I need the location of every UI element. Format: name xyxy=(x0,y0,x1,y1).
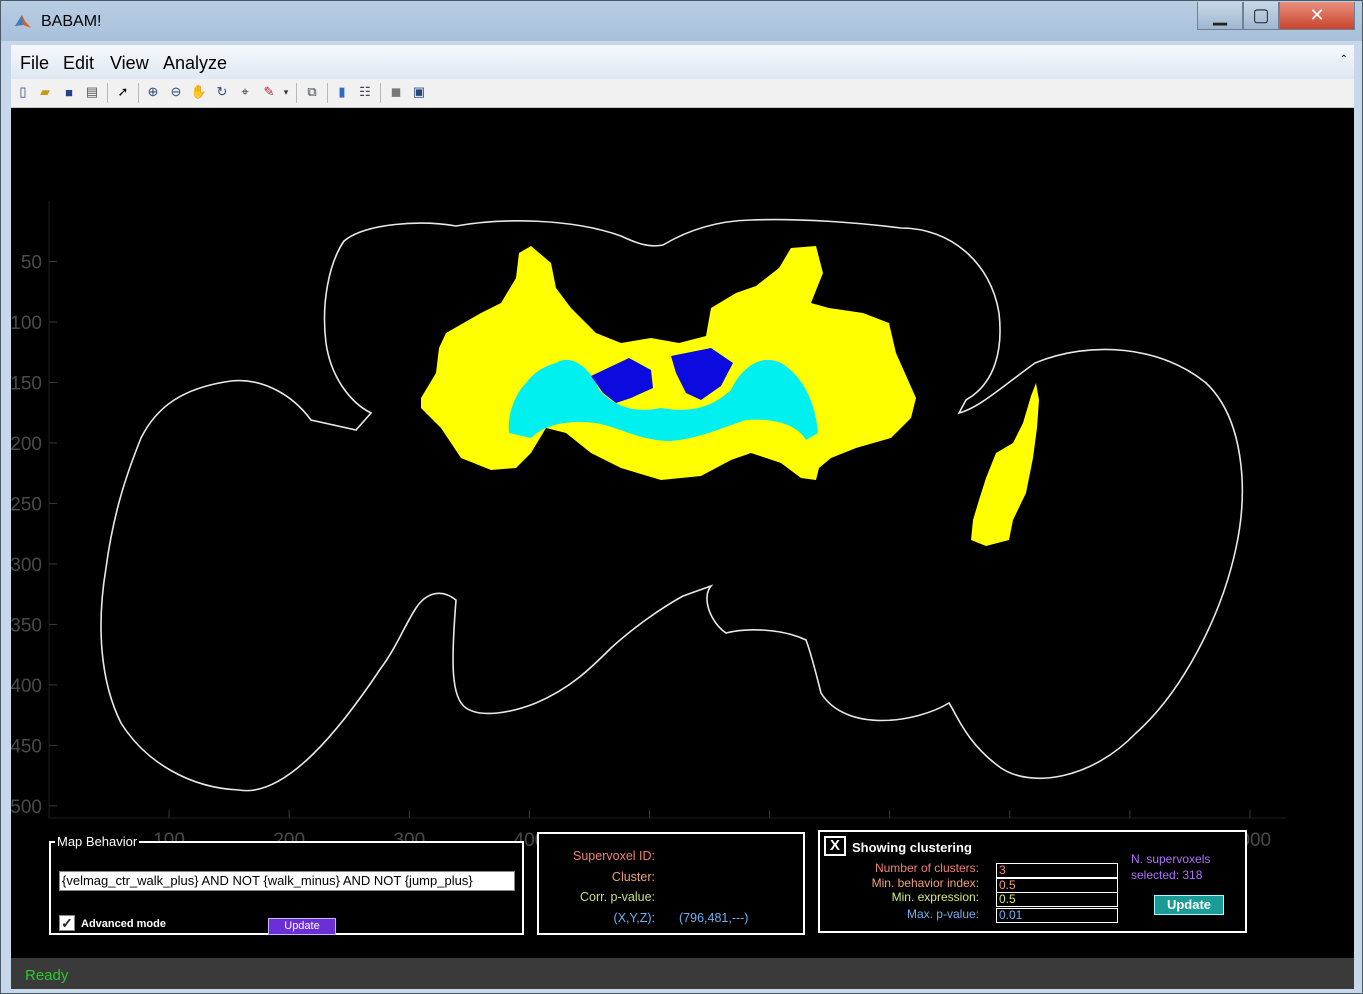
link-plot-icon[interactable]: ⧉ xyxy=(303,83,321,101)
yellow-cluster-lateral xyxy=(971,383,1039,546)
max-pvalue-field[interactable]: 0.01 xyxy=(996,908,1118,923)
y-tick-label: 50 xyxy=(21,252,42,273)
matlab-icon xyxy=(15,15,31,28)
title-bar[interactable]: BABAM! ▁ ▢ ✕ xyxy=(1,1,1362,41)
zoom-in-icon[interactable]: ⊕ xyxy=(144,83,162,101)
selected-count-label: selected: 318 xyxy=(1131,868,1203,882)
toolbar-separator xyxy=(107,83,108,103)
clustering-panel: X Showing clustering Number of clusters:… xyxy=(818,830,1247,933)
y-tick-label: 500 xyxy=(11,797,42,818)
y-tick-label: 300 xyxy=(11,555,42,576)
brush-icon[interactable]: ✎ xyxy=(260,83,278,101)
toolbar-separator xyxy=(296,83,297,103)
advanced-mode-label: Advanced mode xyxy=(81,918,166,930)
toolbar-separator xyxy=(138,83,139,103)
y-tick-label: 250 xyxy=(11,494,42,515)
supervoxel-info-panel: Supervoxel ID: Cluster: Corr. p-value: (… xyxy=(537,832,805,935)
zoom-out-icon[interactable]: ⊖ xyxy=(167,83,185,101)
save-icon[interactable]: ■ xyxy=(60,83,78,101)
advanced-mode-checkbox[interactable]: ✓ xyxy=(59,915,75,931)
max-pvalue-label: Max. p-value: xyxy=(906,907,979,921)
maximize-button[interactable]: ▢ xyxy=(1243,2,1279,30)
map-update-button[interactable]: Update xyxy=(268,918,336,935)
min-expression-label: Min. expression: xyxy=(891,890,979,904)
y-tick-label: 400 xyxy=(11,676,42,697)
map-behavior-title: Map Behavior xyxy=(55,834,140,849)
min-expression-field[interactable]: 0.5 xyxy=(996,892,1118,907)
yellow-cluster-central xyxy=(421,246,916,480)
show-clustering-checkbox[interactable]: X xyxy=(824,836,846,856)
pan-icon[interactable]: ✋ xyxy=(190,83,208,101)
brain-outline xyxy=(100,218,1244,792)
min-behavior-label: Min. behavior index: xyxy=(871,876,979,890)
minimize-button[interactable]: ▁ xyxy=(1197,2,1243,30)
hide-tools-icon[interactable]: ◼ xyxy=(387,83,405,101)
showing-clustering-label: Showing clustering xyxy=(852,840,972,855)
colorbar-icon[interactable]: ▮ xyxy=(333,83,351,101)
brain-map-regions xyxy=(100,218,1244,792)
status-bar: Ready xyxy=(11,958,1354,989)
rotate-icon[interactable]: ↻ xyxy=(213,83,231,101)
toolbar: ▯ ▰ ■ ▤ ➚ ⊕ ⊖ ✋ ↻ ⌖ ✎ ▾ ⧉ ▮ ☷ ◼ ▣ xyxy=(11,79,1354,108)
data-cursor-icon[interactable]: ⌖ xyxy=(236,83,254,101)
map-behavior-panel: Map Behavior {velmag_ctr_walk_plus} AND … xyxy=(49,834,524,935)
app-window: BABAM! ▁ ▢ ✕ File Edit View Analyze ⌃ ▯ … xyxy=(0,0,1363,994)
y-axis: 50 100 150 200 250 300 350 400 450 500 xyxy=(11,201,57,818)
y-tick-label: 150 xyxy=(11,373,42,394)
legend-icon[interactable]: ☷ xyxy=(356,83,374,101)
brush-dropdown-icon[interactable]: ▾ xyxy=(277,83,295,101)
y-tick-label: 350 xyxy=(11,615,42,636)
pointer-icon[interactable]: ➚ xyxy=(114,83,132,101)
y-tick-label: 100 xyxy=(11,313,42,334)
show-tools-icon[interactable]: ▣ xyxy=(410,83,428,101)
n-clusters-field[interactable]: 3 xyxy=(996,863,1118,878)
n-clusters-label: Number of clusters: xyxy=(874,861,979,875)
xyz-value: (796,481,---) xyxy=(679,911,749,925)
menu-analyze[interactable]: Analyze xyxy=(163,53,227,74)
print-icon[interactable]: ▤ xyxy=(83,83,101,101)
menu-overflow-icon[interactable]: ⌃ xyxy=(1340,54,1348,65)
behavior-expression-input[interactable]: {velmag_ctr_walk_plus} AND NOT {walk_min… xyxy=(59,871,515,891)
corr-pvalue-label: Corr. p-value: xyxy=(579,890,655,904)
clustering-update-button[interactable]: Update xyxy=(1154,895,1224,915)
menu-bar: File Edit View Analyze ⌃ xyxy=(11,45,1354,79)
cluster-label: Cluster: xyxy=(611,870,655,884)
menu-view[interactable]: View xyxy=(110,53,149,74)
min-behavior-field[interactable]: 0.5 xyxy=(996,878,1118,893)
toolbar-separator xyxy=(327,83,328,103)
status-text: Ready xyxy=(25,967,69,984)
figure-canvas: 1002003004005006007008009001000 50100150… xyxy=(11,108,1354,958)
xyz-label: (X,Y,Z): xyxy=(613,911,655,925)
menu-edit[interactable]: Edit xyxy=(63,53,94,74)
n-supervoxels-label: N. supervoxels xyxy=(1131,852,1211,866)
y-tick-label: 450 xyxy=(11,736,42,757)
new-figure-icon[interactable]: ▯ xyxy=(14,83,32,101)
supervoxel-id-label: Supervoxel ID: xyxy=(573,849,655,863)
open-file-icon[interactable]: ▰ xyxy=(36,83,54,101)
menu-file[interactable]: File xyxy=(20,53,49,74)
toolbar-separator xyxy=(380,83,381,103)
y-tick-label: 200 xyxy=(11,434,42,455)
figure-client-area: File Edit View Analyze ⌃ ▯ ▰ ■ ▤ ➚ ⊕ ⊖ ✋… xyxy=(11,45,1354,989)
window-title: BABAM! xyxy=(41,13,102,30)
close-button[interactable]: ✕ xyxy=(1279,2,1355,30)
